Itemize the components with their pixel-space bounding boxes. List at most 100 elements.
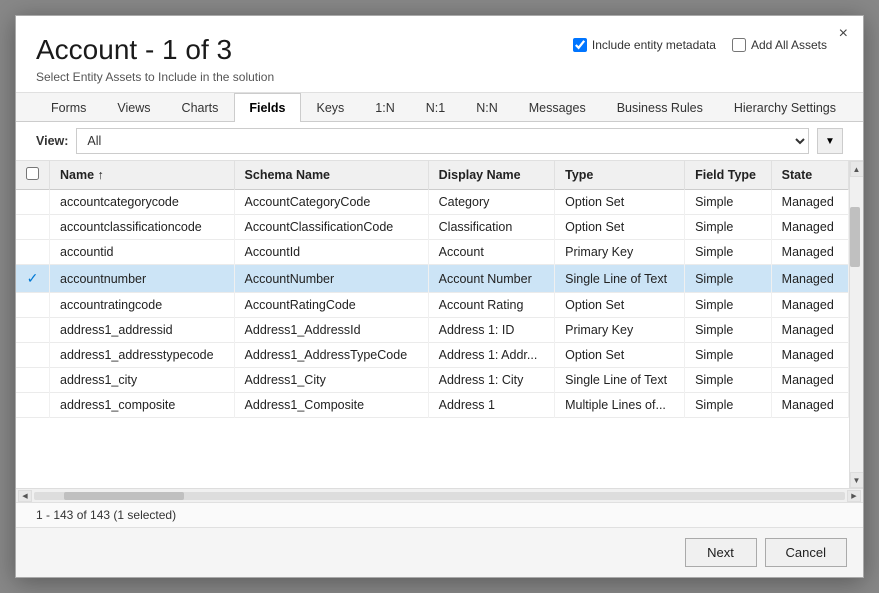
cell-check (16, 190, 50, 215)
tab-views[interactable]: Views (102, 93, 165, 122)
cell-name: accountcategorycode (50, 190, 235, 215)
tab-1-n[interactable]: 1:N (360, 93, 409, 122)
col-name[interactable]: Name ↑ (50, 161, 235, 190)
cell-state: Managed (771, 343, 848, 368)
view-label: View: (36, 134, 68, 148)
cell-name: address1_addresstypecode (50, 343, 235, 368)
table-row[interactable]: accountclassificationcodeAccountClassifi… (16, 215, 849, 240)
header-options: Include entity metadata Add All Assets (573, 38, 827, 52)
cell-check (16, 293, 50, 318)
h-scroll-track[interactable] (34, 492, 845, 500)
cell-name: address1_composite (50, 393, 235, 418)
main-dialog: × Account - 1 of 3 Select Entity Assets … (15, 15, 864, 578)
next-button[interactable]: Next (685, 538, 757, 567)
vertical-scrollbar[interactable]: ▲ ▼ (849, 161, 863, 488)
view-bar: View: All ▼ (16, 122, 863, 161)
include-metadata-label[interactable]: Include entity metadata (573, 38, 716, 52)
col-schema_name: Schema Name (234, 161, 428, 190)
table-row[interactable]: accountidAccountIdAccountPrimary KeySimp… (16, 240, 849, 265)
view-select[interactable]: All (76, 128, 809, 154)
h-scroll-thumb[interactable] (64, 492, 184, 500)
scroll-up-arrow[interactable]: ▲ (850, 161, 864, 177)
col-check (16, 161, 50, 190)
cell-name: accountclassificationcode (50, 215, 235, 240)
table-row[interactable]: accountratingcodeAccountRatingCodeAccoun… (16, 293, 849, 318)
cell-display_name: Address 1: ID (428, 318, 555, 343)
cell-type: Single Line of Text (555, 368, 685, 393)
cell-schema_name: Address1_AddressTypeCode (234, 343, 428, 368)
cell-state: Managed (771, 318, 848, 343)
tab-forms[interactable]: Forms (36, 93, 101, 122)
dialog-subtitle: Select Entity Assets to Include in the s… (36, 70, 843, 84)
cell-field_type: Simple (685, 318, 772, 343)
cell-schema_name: AccountNumber (234, 265, 428, 293)
scroll-down-arrow[interactable]: ▼ (850, 472, 864, 488)
include-metadata-checkbox[interactable] (573, 38, 587, 52)
cell-field_type: Simple (685, 190, 772, 215)
cell-check (16, 318, 50, 343)
tab-n-n[interactable]: N:N (461, 93, 513, 122)
cell-type: Option Set (555, 215, 685, 240)
table-row[interactable]: accountcategorycodeAccountCategoryCodeCa… (16, 190, 849, 215)
row-checkmark: ✓ (27, 270, 39, 286)
cell-state: Managed (771, 393, 848, 418)
cell-schema_name: Address1_AddressId (234, 318, 428, 343)
tab-charts[interactable]: Charts (167, 93, 234, 122)
table-row[interactable]: address1_addresstypecodeAddress1_Address… (16, 343, 849, 368)
cell-check (16, 240, 50, 265)
cell-schema_name: Address1_Composite (234, 393, 428, 418)
cell-name: address1_addressid (50, 318, 235, 343)
cell-display_name: Address 1: Addr... (428, 343, 555, 368)
cell-check: ✓ (16, 265, 50, 293)
select-all-checkbox[interactable] (26, 167, 39, 180)
scroll-thumb[interactable] (850, 207, 860, 267)
footer: Next Cancel (16, 527, 863, 577)
cell-field_type: Simple (685, 293, 772, 318)
cell-schema_name: Address1_City (234, 368, 428, 393)
cell-check (16, 393, 50, 418)
cell-schema_name: AccountClassificationCode (234, 215, 428, 240)
scroll-right-arrow[interactable]: ▶ (847, 490, 861, 502)
cell-type: Option Set (555, 190, 685, 215)
cell-type: Option Set (555, 293, 685, 318)
cell-field_type: Simple (685, 368, 772, 393)
close-button[interactable]: × (834, 24, 853, 44)
tab-hierarchy-settings[interactable]: Hierarchy Settings (719, 93, 851, 122)
cell-field_type: Simple (685, 240, 772, 265)
tab-n-1[interactable]: N:1 (411, 93, 460, 122)
table-row[interactable]: address1_cityAddress1_CityAddress 1: Cit… (16, 368, 849, 393)
table-row[interactable]: address1_addressidAddress1_AddressIdAddr… (16, 318, 849, 343)
cell-check (16, 343, 50, 368)
tab-messages[interactable]: Messages (514, 93, 601, 122)
cell-schema_name: AccountCategoryCode (234, 190, 428, 215)
table-row[interactable]: ✓accountnumberAccountNumberAccount Numbe… (16, 265, 849, 293)
cancel-button[interactable]: Cancel (765, 538, 847, 567)
tab-fields[interactable]: Fields (234, 93, 300, 122)
tab-keys[interactable]: Keys (302, 93, 360, 122)
cell-display_name: Classification (428, 215, 555, 240)
add-all-assets-label[interactable]: Add All Assets (732, 38, 827, 52)
cell-schema_name: AccountRatingCode (234, 293, 428, 318)
view-dropdown-button[interactable]: ▼ (817, 128, 843, 154)
cell-schema_name: AccountId (234, 240, 428, 265)
table-container[interactable]: Name ↑Schema NameDisplay NameTypeField T… (16, 161, 849, 488)
cell-state: Managed (771, 240, 848, 265)
cell-field_type: Simple (685, 343, 772, 368)
table-row[interactable]: address1_compositeAddress1_CompositeAddr… (16, 393, 849, 418)
cell-type: Multiple Lines of... (555, 393, 685, 418)
cell-name: accountid (50, 240, 235, 265)
col-type: Type (555, 161, 685, 190)
cell-check (16, 368, 50, 393)
col-field_type: Field Type (685, 161, 772, 190)
cell-state: Managed (771, 190, 848, 215)
add-all-assets-checkbox[interactable] (732, 38, 746, 52)
scroll-left-arrow[interactable]: ◀ (18, 490, 32, 502)
cell-state: Managed (771, 368, 848, 393)
horizontal-scrollbar[interactable]: ◀ ▶ (16, 488, 863, 502)
cell-check (16, 215, 50, 240)
cell-name: accountratingcode (50, 293, 235, 318)
status-text: 1 - 143 of 143 (1 selected) (36, 508, 176, 522)
cell-type: Primary Key (555, 240, 685, 265)
tab-business-rules[interactable]: Business Rules (602, 93, 718, 122)
col-display_name: Display Name (428, 161, 555, 190)
